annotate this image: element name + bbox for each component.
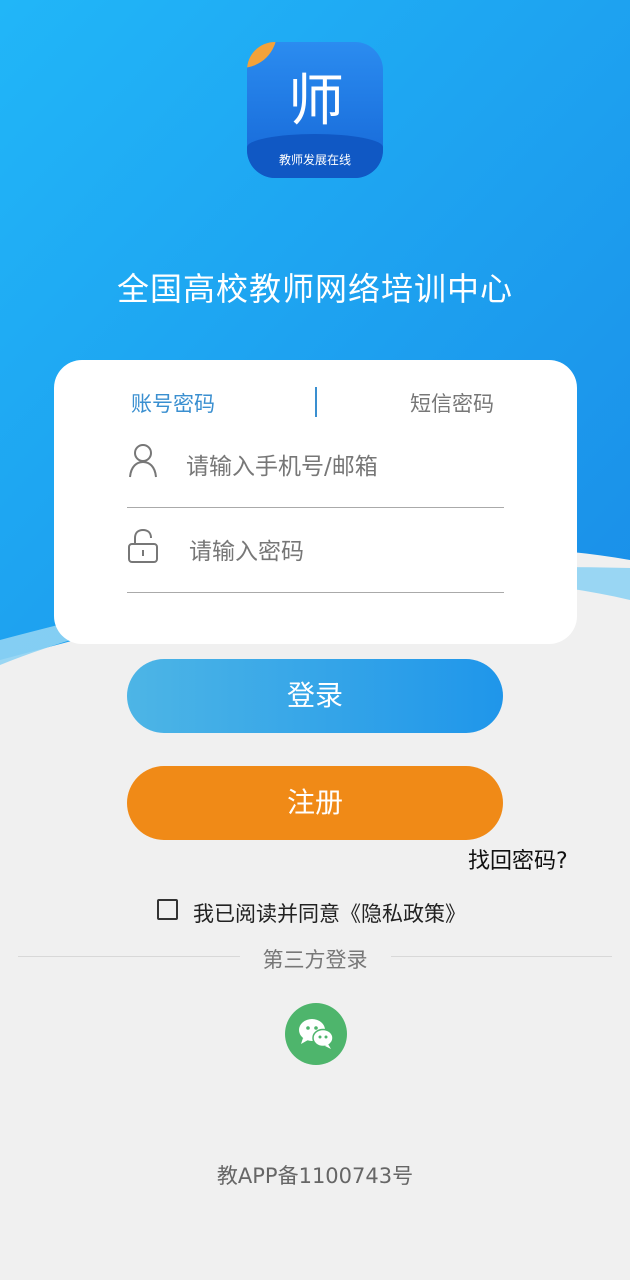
- third-party-label: 第三方登录: [262, 948, 368, 972]
- logo-text: 教师发展在线: [278, 153, 351, 167]
- app-logo: 师 教师发展在线: [247, 42, 383, 178]
- password-input[interactable]: 请输入密码: [189, 532, 304, 566]
- wechat-icon: [299, 1019, 334, 1049]
- page-title: 全国高校教师网络培训中心: [116, 270, 513, 308]
- agreement-text[interactable]: 我已阅读并同意《隐私政策》: [193, 898, 466, 928]
- account-input[interactable]: 请输入手机号/邮箱: [186, 447, 378, 481]
- user-icon: [129, 444, 157, 478]
- login-button[interactable]: 登录: [127, 659, 503, 733]
- agreement-checkbox[interactable]: [157, 899, 178, 920]
- icp-record: 教APP备1100743号: [216, 1164, 414, 1188]
- tab-divider: [315, 387, 317, 417]
- forgot-password-link[interactable]: 找回密码?: [468, 843, 568, 875]
- tab-account-password[interactable]: 账号密码: [131, 388, 215, 418]
- password-input-underline: [127, 592, 504, 593]
- wechat-login-button[interactable]: [285, 1003, 347, 1065]
- lock-icon: [128, 528, 158, 563]
- tab-sms-password[interactable]: 短信密码: [410, 388, 494, 418]
- register-button[interactable]: 注册: [127, 766, 503, 840]
- third-party-divider-right: [391, 956, 612, 957]
- logo-glyph: 师: [288, 69, 344, 134]
- account-input-underline: [127, 507, 504, 508]
